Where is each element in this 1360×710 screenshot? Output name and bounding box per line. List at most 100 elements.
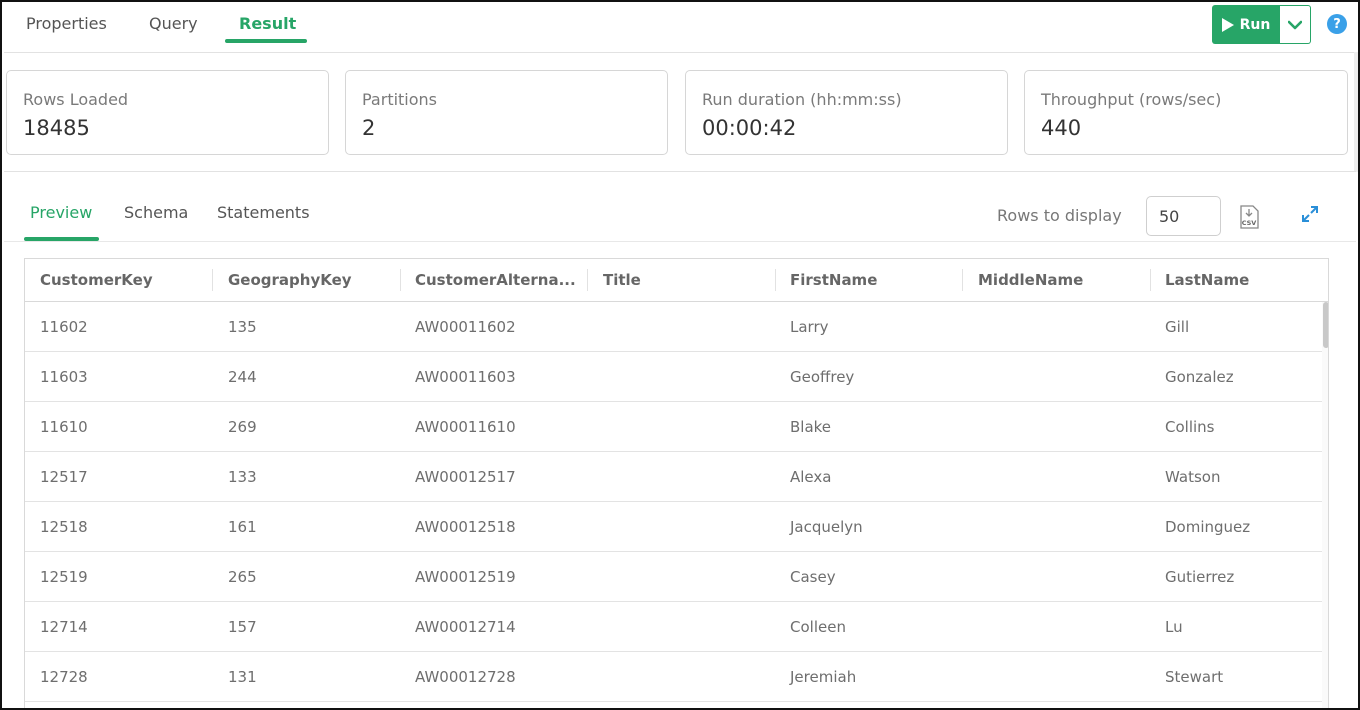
table-cell: 11602 bbox=[40, 318, 88, 336]
table-cell: Colleen bbox=[790, 618, 846, 636]
table-row[interactable]: 12728 131 AW00012728 Jeremiah Stewart bbox=[25, 652, 1322, 702]
table-row[interactable]: 12714 157 AW00012714 Colleen Lu bbox=[25, 602, 1322, 652]
table-cell: Lu bbox=[1165, 618, 1183, 636]
tab-properties[interactable]: Properties bbox=[26, 14, 107, 33]
table-row[interactable]: 12518 161 AW00012518 Jacquelyn Dominguez bbox=[25, 502, 1322, 552]
table-cell: Watson bbox=[1165, 468, 1221, 486]
table-cell: AW00012714 bbox=[415, 618, 516, 636]
run-button[interactable]: Run bbox=[1212, 5, 1280, 44]
table-cell: AW00012517 bbox=[415, 468, 516, 486]
csv-export-icon[interactable]: CSV bbox=[1237, 204, 1261, 230]
table-cell: AW00011603 bbox=[415, 368, 516, 386]
table-cell: Dominguez bbox=[1165, 518, 1251, 536]
column-header[interactable]: CustomerAlterna... bbox=[415, 271, 585, 289]
tab-result[interactable]: Result bbox=[239, 14, 296, 33]
stat-card-partitions: Partitions 2 bbox=[345, 70, 668, 155]
table-cell: 11610 bbox=[40, 418, 88, 436]
column-divider[interactable] bbox=[587, 269, 588, 291]
stat-label: Partitions bbox=[362, 90, 438, 109]
preview-table: CustomerKey GeographyKey CustomerAlterna… bbox=[24, 258, 1329, 708]
chevron-down-icon bbox=[1288, 20, 1302, 29]
help-icon[interactable]: ? bbox=[1327, 14, 1347, 34]
table-cell: Casey bbox=[790, 568, 836, 586]
table-cell: 12728 bbox=[40, 668, 88, 686]
table-cell: 244 bbox=[228, 368, 257, 386]
stat-value: 18485 bbox=[23, 116, 90, 140]
stat-value: 00:00:42 bbox=[702, 116, 797, 140]
column-header[interactable]: LastName bbox=[1165, 271, 1315, 289]
expand-icon[interactable] bbox=[1301, 205, 1319, 223]
rows-to-display-input[interactable] bbox=[1146, 196, 1221, 236]
table-cell: Alexa bbox=[790, 468, 832, 486]
table-cell: AW00012518 bbox=[415, 518, 516, 536]
column-divider[interactable] bbox=[212, 269, 213, 291]
table-cell: 131 bbox=[228, 668, 257, 686]
tab-query[interactable]: Query bbox=[149, 14, 198, 33]
stat-label: Rows Loaded bbox=[23, 90, 129, 109]
tab-preview[interactable]: Preview bbox=[30, 203, 92, 222]
result-panel: Properties Query Result Run ? Rows Loade… bbox=[0, 0, 1360, 710]
table-header: CustomerKey GeographyKey CustomerAlterna… bbox=[25, 259, 1328, 302]
table-cell: 265 bbox=[228, 568, 257, 586]
table-cell: 135 bbox=[228, 318, 257, 336]
stat-label: Throughput (rows/sec) bbox=[1041, 90, 1222, 109]
stat-card-throughput: Throughput (rows/sec) 440 bbox=[1024, 70, 1348, 155]
table-cell: AW00012519 bbox=[415, 568, 516, 586]
table-scrollbar-thumb[interactable] bbox=[1323, 302, 1328, 348]
table-cell: Stewart bbox=[1165, 668, 1224, 686]
table-cell: Gutierrez bbox=[1165, 568, 1235, 586]
tab-statements[interactable]: Statements bbox=[217, 203, 310, 222]
table-cell: Geoffrey bbox=[790, 368, 855, 386]
table-cell: AW00011610 bbox=[415, 418, 516, 436]
table-row[interactable]: 12519 265 AW00012519 Casey Gutierrez bbox=[25, 552, 1322, 602]
panel-scrollbar[interactable] bbox=[1354, 52, 1358, 172]
table-scrollbar[interactable] bbox=[1322, 302, 1328, 708]
table-row[interactable]: 11602 135 AW00011602 Larry Gill bbox=[25, 302, 1322, 352]
table-row[interactable]: 11610 269 AW00011610 Blake Collins bbox=[25, 402, 1322, 452]
table-cell: 133 bbox=[228, 468, 257, 486]
stat-label: Run duration (hh:mm:ss) bbox=[702, 90, 902, 109]
stat-card-rows-loaded: Rows Loaded 18485 bbox=[6, 70, 329, 155]
divider bbox=[4, 52, 1356, 53]
run-options-button[interactable] bbox=[1280, 5, 1311, 44]
table-cell: 12714 bbox=[40, 618, 88, 636]
stat-value: 2 bbox=[362, 116, 376, 140]
table-cell: AW00011602 bbox=[415, 318, 516, 336]
table-cell: 161 bbox=[228, 518, 257, 536]
divider bbox=[4, 171, 1356, 172]
table-row[interactable]: 12517 133 AW00012517 Alexa Watson bbox=[25, 452, 1322, 502]
table-cell: Blake bbox=[790, 418, 832, 436]
play-icon bbox=[1221, 17, 1234, 32]
table-cell: Jeremiah bbox=[790, 668, 857, 686]
table-cell: AW00012728 bbox=[415, 668, 516, 686]
column-divider[interactable] bbox=[1150, 269, 1151, 291]
table-cell: 269 bbox=[228, 418, 257, 436]
stat-value: 440 bbox=[1041, 116, 1082, 140]
svg-text:CSV: CSV bbox=[1242, 219, 1257, 227]
stat-card-run-duration: Run duration (hh:mm:ss) 00:00:42 bbox=[685, 70, 1008, 155]
column-header[interactable]: Title bbox=[603, 271, 773, 289]
table-cell: Gill bbox=[1165, 318, 1190, 336]
active-tab-indicator bbox=[225, 39, 307, 43]
table-cell: Larry bbox=[790, 318, 829, 336]
column-header[interactable]: FirstName bbox=[790, 271, 960, 289]
divider bbox=[4, 241, 1356, 242]
table-cell: 157 bbox=[228, 618, 257, 636]
tab-schema[interactable]: Schema bbox=[124, 203, 188, 222]
table-cell: 12519 bbox=[40, 568, 88, 586]
table-cell: Gonzalez bbox=[1165, 368, 1234, 386]
table-cell: Collins bbox=[1165, 418, 1215, 436]
column-header[interactable]: MiddleName bbox=[978, 271, 1148, 289]
run-button-label: Run bbox=[1239, 16, 1271, 33]
table-cell: 11603 bbox=[40, 368, 88, 386]
table-cell: Jacquelyn bbox=[790, 518, 863, 536]
rows-to-display-label: Rows to display bbox=[997, 206, 1122, 225]
column-divider[interactable] bbox=[962, 269, 963, 291]
table-cell: 12518 bbox=[40, 518, 88, 536]
column-header[interactable]: GeographyKey bbox=[228, 271, 398, 289]
table-row[interactable]: 11603 244 AW00011603 Geoffrey Gonzalez bbox=[25, 352, 1322, 402]
table-body: 11602 135 AW00011602 Larry Gill 11603 244 AW000… bbox=[25, 302, 1322, 702]
column-divider[interactable] bbox=[775, 269, 776, 291]
column-divider[interactable] bbox=[400, 269, 401, 291]
column-header[interactable]: CustomerKey bbox=[40, 271, 210, 289]
